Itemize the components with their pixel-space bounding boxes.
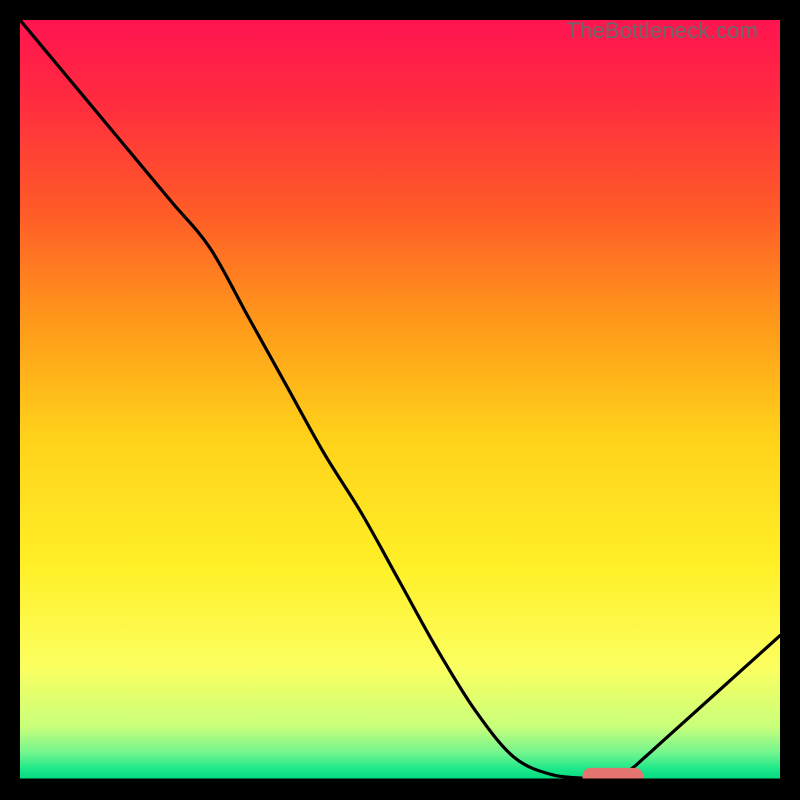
chart-root: TheBottleneck.com: [20, 20, 780, 780]
gradient-background: [20, 20, 780, 780]
chart-canvas: [20, 20, 780, 780]
watermark-text: TheBottleneck.com: [566, 18, 758, 44]
optimum-marker: [582, 768, 643, 780]
